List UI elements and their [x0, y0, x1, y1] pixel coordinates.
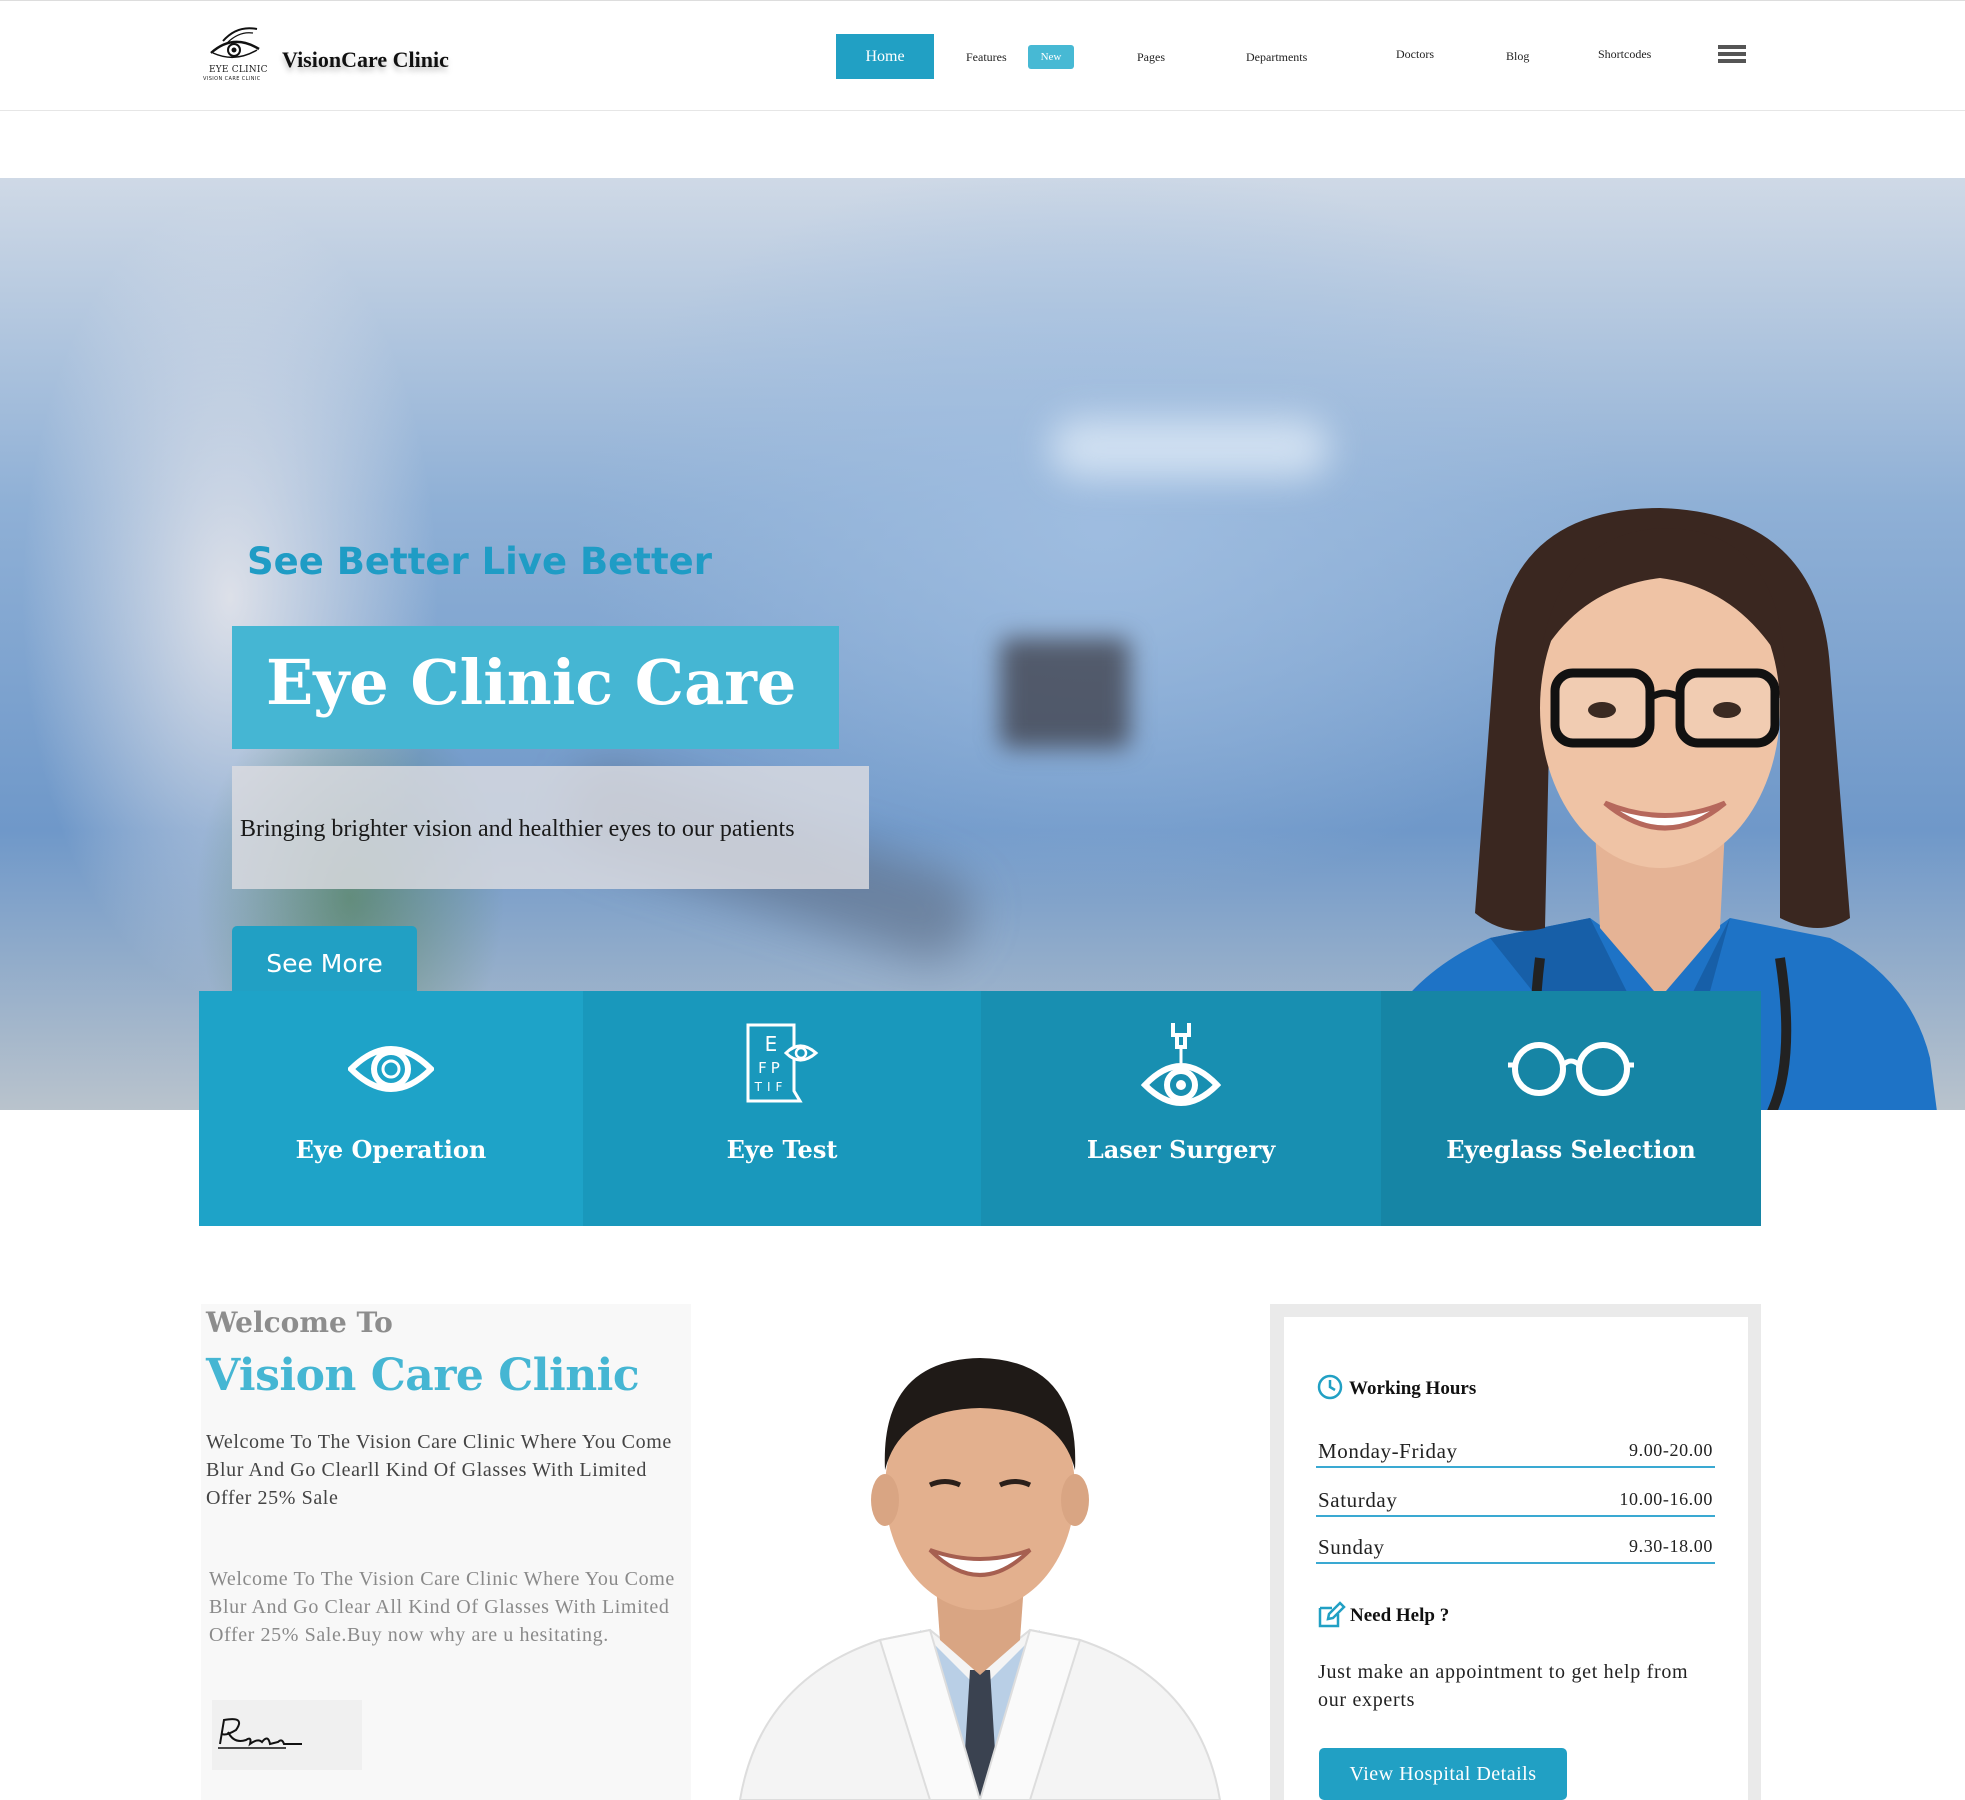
site-header: EYE CLINIC VISION CARE CLINIC VisionCare… [0, 0, 1965, 111]
need-help-text: Just make an appointment to get help fro… [1318, 1661, 1689, 1711]
doctor-man-image [738, 1358, 1222, 1800]
service-laser-surgery[interactable]: Laser Surgery [981, 991, 1381, 1226]
welcome-heading-small: Welcome To [206, 1306, 393, 1339]
working-hours-title: Working Hours [1349, 1378, 1477, 1399]
clock-icon [1317, 1374, 1343, 1400]
eye-icon [348, 1046, 434, 1092]
hero-title: Eye Clinic Care [266, 646, 797, 719]
hours-row: Sunday 9.30-18.00 [1316, 1534, 1715, 1564]
signature-icon [218, 1718, 302, 1749]
service-eye-test[interactable]: E FP TIF Eye Test [583, 991, 981, 1226]
welcome-heading-large: Vision Care Clinic [206, 1350, 640, 1401]
hours-time: 9.30-18.00 [1629, 1536, 1713, 1556]
new-badge: New [1028, 45, 1074, 69]
welcome-paragraph-2: Welcome To The Vision Care Clinic Where … [209, 1568, 675, 1646]
nav-pages[interactable]: Pages [1137, 50, 1165, 65]
nav-shortcodes[interactable]: Shortcodes [1598, 47, 1651, 62]
nav-features[interactable]: Features [966, 50, 1007, 65]
see-more-button[interactable]: See More [232, 926, 417, 1000]
hours-day: Saturday [1318, 1488, 1398, 1512]
signature-image [212, 1700, 362, 1770]
services-strip: Eye Operation E FP TIF Eye Test Laser Su… [199, 991, 1761, 1226]
nav-doctors[interactable]: Doctors [1396, 47, 1434, 62]
hours-time: 9.00-20.00 [1629, 1440, 1713, 1460]
welcome-paragraph-1: Welcome To The Vision Care Clinic Where … [206, 1431, 672, 1509]
nav-blog[interactable]: Blog [1506, 49, 1529, 64]
svg-text:E: E [765, 1032, 778, 1056]
service-label: Eyeglass Selection [1446, 1135, 1696, 1164]
hamburger-icon[interactable] [1718, 45, 1746, 63]
hero-background-shape [1000, 638, 1130, 748]
eye-logo-icon [210, 27, 260, 59]
eyeglasses-icon [1508, 1042, 1634, 1096]
eye-chart-icon: E FP TIF [746, 1023, 819, 1103]
nav-departments[interactable]: Departments [1246, 50, 1307, 65]
logo-line1: EYE CLINIC [209, 65, 268, 75]
service-label: Eye Operation [295, 1135, 487, 1164]
hero-tagline: See Better Live Better [247, 540, 712, 583]
service-eye-operation[interactable]: Eye Operation [199, 991, 583, 1226]
hours-row: Monday-Friday 9.00-20.00 [1316, 1438, 1715, 1468]
clinic-logo[interactable]: EYE CLINIC VISION CARE CLINIC [203, 23, 269, 87]
nav-home[interactable]: Home [836, 34, 934, 79]
svg-text:TIF: TIF [754, 1080, 788, 1094]
hero-background-shape [1050, 418, 1330, 478]
hours-time: 10.00-16.00 [1619, 1489, 1713, 1509]
logo-line2: VISION CARE CLINIC [203, 76, 261, 82]
edit-icon [1318, 1601, 1346, 1628]
hero-banner: See Better Live Better Eye Clinic Care B… [0, 178, 1965, 1110]
hours-day: Sunday [1318, 1535, 1385, 1559]
view-hospital-details-button[interactable]: View Hospital Details [1319, 1748, 1567, 1800]
hero-subtitle: Bringing brighter vision and healthier e… [240, 816, 795, 842]
need-help-title: Need Help ? [1350, 1605, 1450, 1626]
laser-eye-icon [1141, 1023, 1221, 1106]
svg-text:FP: FP [758, 1059, 784, 1077]
brand-name[interactable]: VisionCare Clinic [282, 47, 449, 73]
hours-day: Monday-Friday [1318, 1439, 1458, 1463]
hours-row: Saturday 10.00-16.00 [1316, 1487, 1715, 1517]
service-label: Laser Surgery [1086, 1135, 1276, 1164]
service-label: Eye Test [726, 1135, 838, 1164]
service-eyeglass-selection[interactable]: Eyeglass Selection [1381, 991, 1761, 1226]
